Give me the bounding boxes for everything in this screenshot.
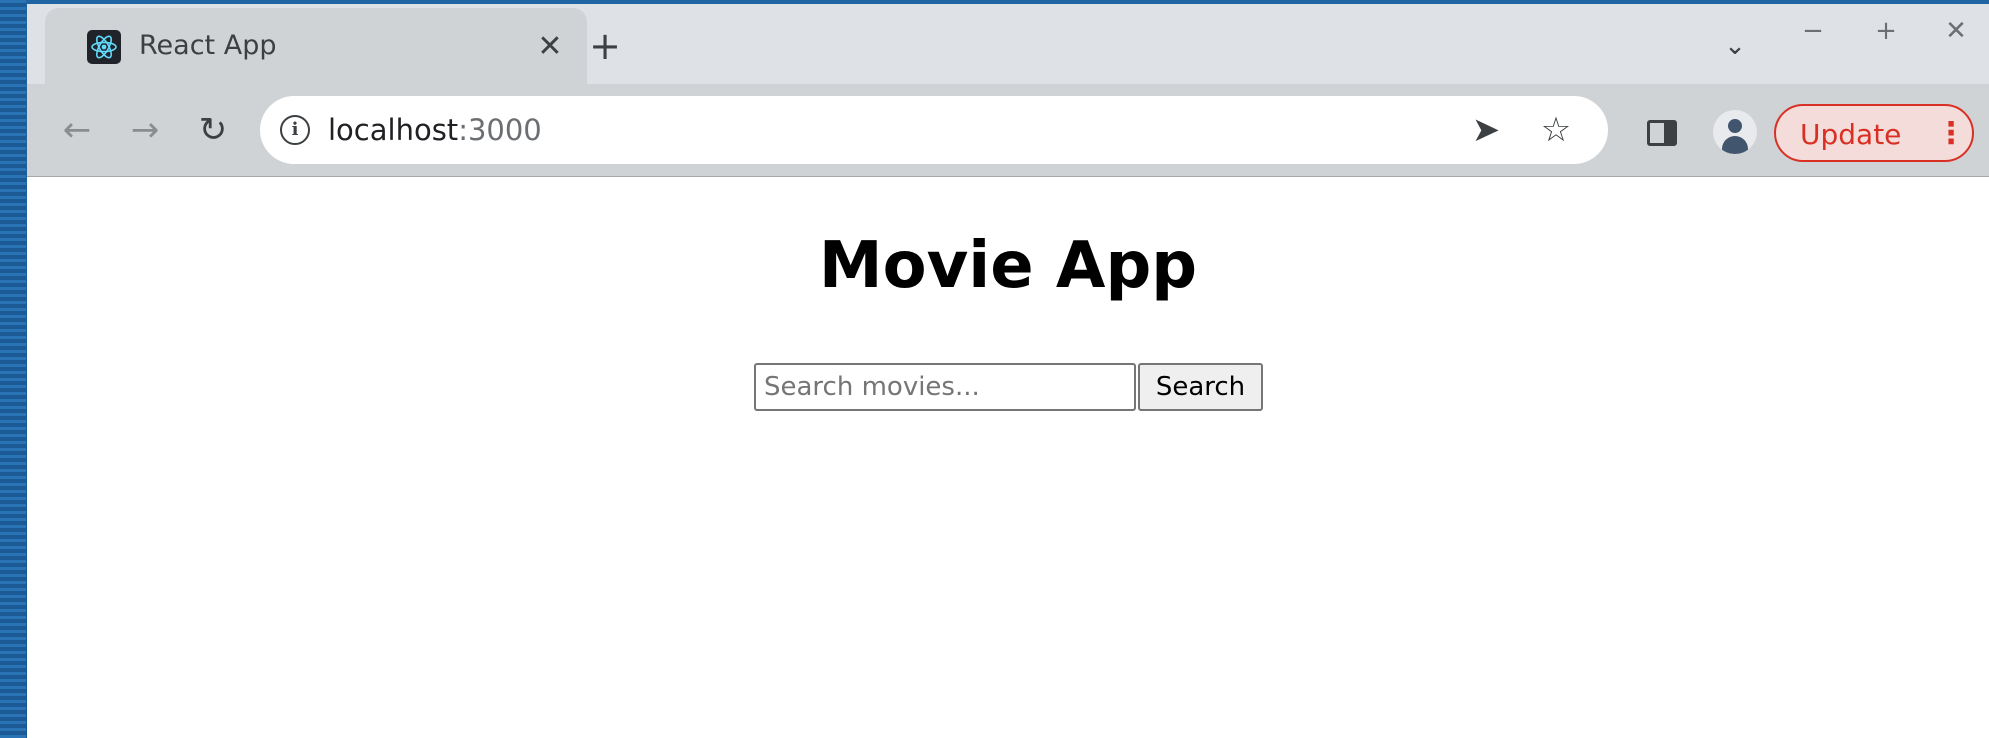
page-content: Movie App Search <box>27 177 1989 738</box>
forward-arrow-icon[interactable]: → <box>123 108 167 152</box>
search-button[interactable]: Search <box>1138 363 1263 411</box>
address-url[interactable]: localhost:3000 <box>328 113 542 147</box>
browser-toolbar: ← → ↻ i localhost:3000 ➤ ☆ Update ⋮ <box>27 84 1989 177</box>
update-button[interactable]: Update ⋮ <box>1774 104 1974 162</box>
tab-strip: React App ✕ + ⌄ − + ✕ <box>27 4 1989 84</box>
search-input[interactable] <box>754 363 1136 411</box>
window-close-icon[interactable]: ✕ <box>1939 14 1973 48</box>
tab-title: React App <box>139 30 277 61</box>
tab-search-chevron-icon[interactable]: ⌄ <box>1717 28 1753 64</box>
url-port: :3000 <box>458 113 542 147</box>
desktop-edge <box>0 0 26 738</box>
reload-icon[interactable]: ↻ <box>191 108 235 152</box>
page-title: Movie App <box>818 229 1198 303</box>
avatar-shoulders <box>1722 136 1748 154</box>
window-maximize-icon[interactable]: + <box>1869 14 1903 48</box>
send-tab-icon[interactable]: ➤ <box>1466 110 1506 150</box>
window-minimize-icon[interactable]: − <box>1796 14 1830 48</box>
back-arrow-icon[interactable]: ← <box>55 108 99 152</box>
address-bar[interactable]: i localhost:3000 ➤ ☆ <box>260 96 1608 164</box>
kebab-menu-icon[interactable]: ⋮ <box>1936 114 1966 154</box>
browser-window: React App ✕ + ⌄ − + ✕ ← → ↻ i localhost:… <box>27 4 1989 738</box>
tab-react-app[interactable]: React App ✕ <box>45 8 587 84</box>
bookmark-star-icon[interactable]: ☆ <box>1536 110 1576 150</box>
avatar-head <box>1728 119 1742 133</box>
react-logo-icon <box>87 30 121 64</box>
tab-close-icon[interactable]: ✕ <box>533 30 567 64</box>
url-host: localhost <box>328 113 459 147</box>
profile-avatar-icon[interactable] <box>1713 110 1757 154</box>
update-label: Update <box>1800 118 1902 151</box>
new-tab-plus-icon[interactable]: + <box>585 26 625 66</box>
site-info-icon[interactable]: i <box>280 115 310 145</box>
side-panel-icon[interactable] <box>1647 120 1677 146</box>
